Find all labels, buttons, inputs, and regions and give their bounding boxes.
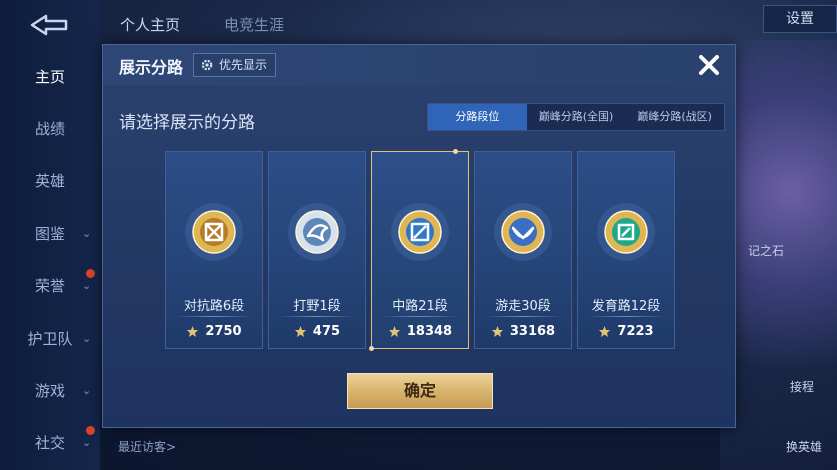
lane-score-value: 18348 [406, 324, 453, 339]
lane-score-value: 475 [312, 324, 341, 339]
lane-type-tabs: 分路段位 巅峰分路(全国) 巅峰分路(战区) [427, 103, 725, 131]
card-divider [588, 316, 664, 317]
card-divider [176, 316, 252, 317]
jungle-emblem-icon [288, 203, 346, 261]
selection-spark-icon [369, 346, 374, 351]
sidebar-item[interactable]: 荣誉 ⌄ [0, 269, 100, 301]
lane-score: 33168 [475, 324, 571, 339]
new-badge-icon [86, 426, 95, 435]
sidebar-item-label: 英雄 [34, 172, 65, 190]
lane-score: 7223 [578, 324, 674, 339]
hero-background-art [720, 40, 837, 420]
sidebar-item-label: 社交 [34, 434, 65, 452]
lane-score-value: 7223 [617, 324, 654, 339]
power-score-icon [491, 326, 503, 337]
lane-display-dialog: 展示分路 优先显示 请选择展示的分路 分路段位 巅峰分路(全国) 巅峰分路(战区) … [102, 44, 736, 428]
power-score-icon [187, 326, 199, 337]
side-navigation: 主页 战绩 英雄 图鉴 ⌄ 荣誉 ⌄ 护卫队 ⌄ 游戏 ⌄ 社交 ⌄ [0, 0, 100, 470]
sidebar-item-label: 荣誉 [34, 277, 65, 295]
sidebar-item-label: 护卫队 [27, 330, 73, 348]
new-badge-icon [86, 269, 95, 278]
recent-visitors-link[interactable]: 最近访客> [118, 438, 176, 455]
mid-lane-emblem-icon [391, 203, 449, 261]
sidebar-item[interactable]: 图鉴 ⌄ [0, 219, 100, 249]
background-label: 记之石 [748, 244, 785, 258]
lane-score-value: 33168 [509, 324, 556, 339]
change-hero-label[interactable]: 换英雄 [786, 438, 822, 455]
sidebar-item-label: 游戏 [34, 382, 65, 400]
lane-rank-label: 发育路12段 [591, 299, 661, 314]
chevron-down-icon: ⌄ [82, 227, 92, 240]
lane-rank-label: 游走30段 [495, 299, 551, 314]
roam-emblem-icon [494, 203, 552, 261]
card-divider [485, 316, 561, 317]
chevron-down-icon: ⌄ [82, 332, 92, 345]
lane-type-tab[interactable]: 巅峰分路(全国) [527, 104, 626, 130]
select-lane-prompt: 请选择展示的分路 [119, 113, 255, 133]
lane-rank-label: 中路21段 [392, 299, 448, 314]
tab-personal-homepage[interactable]: 个人主页 [120, 14, 180, 35]
priority-display-button[interactable]: 优先显示 [193, 53, 277, 77]
priority-display-label: 优先显示 [219, 58, 268, 72]
background-label: 接程 [790, 380, 815, 394]
lane-rank-label: 对抗路6段 [183, 299, 245, 314]
lane-score-value: 2750 [205, 324, 242, 339]
lane-type-tab[interactable]: 巅峰分路(战区) [625, 104, 724, 130]
sidebar-item-label: 图鉴 [34, 225, 65, 243]
sidebar-item[interactable]: 游戏 ⌄ [0, 376, 100, 406]
lane-score: 18348 [372, 324, 468, 339]
card-divider [382, 316, 458, 317]
lane-cards: 对抗路6段 2750 打野1段 475 中路21段 18348 游走30段 33168 发育路1… [165, 149, 675, 351]
sidebar-item[interactable]: 战绩 [0, 114, 100, 144]
lane-card[interactable]: 中路21段 18348 [369, 149, 469, 351]
lane-type-tab[interactable]: 分路段位 [428, 104, 527, 130]
sidebar-item[interactable]: 英雄 [0, 166, 100, 196]
lane-card[interactable]: 游走30段 33168 [474, 151, 572, 349]
gear-icon [201, 59, 213, 71]
close-icon[interactable] [695, 51, 723, 79]
power-score-icon [388, 326, 400, 337]
dialog-header: 展示分路 优先显示 [103, 45, 735, 85]
lane-score: 475 [269, 324, 365, 339]
selection-spark-icon [453, 149, 458, 154]
lane-score: 2750 [166, 324, 262, 339]
lane-card[interactable]: 发育路12段 7223 [577, 151, 675, 349]
farm-lane-emblem-icon [597, 203, 655, 261]
chevron-down-icon: ⌄ [82, 384, 92, 397]
dialog-title: 展示分路 [119, 58, 184, 77]
sidebar-item[interactable]: 护卫队 ⌄ [0, 324, 100, 354]
sidebar-item[interactable]: 主页 [0, 62, 100, 92]
lane-rank-label: 打野1段 [293, 299, 341, 314]
sidebar-item-label: 战绩 [34, 120, 65, 138]
lane-card[interactable]: 对抗路6段 2750 [165, 151, 263, 349]
sidebar-item-label: 主页 [34, 68, 65, 86]
tab-esports-career[interactable]: 电竞生涯 [224, 14, 284, 35]
back-arrow-icon[interactable] [26, 12, 72, 38]
sidebar-item[interactable]: 社交 ⌄ [0, 426, 100, 458]
bottom-strip [100, 426, 720, 470]
confirm-button[interactable]: 确定 [347, 373, 493, 409]
power-score-icon [294, 326, 306, 337]
power-score-icon [599, 326, 611, 337]
card-divider [279, 316, 355, 317]
lane-card[interactable]: 打野1段 475 [268, 151, 366, 349]
clash-lane-emblem-icon [185, 203, 243, 261]
settings-button[interactable]: 设置 [763, 5, 837, 33]
